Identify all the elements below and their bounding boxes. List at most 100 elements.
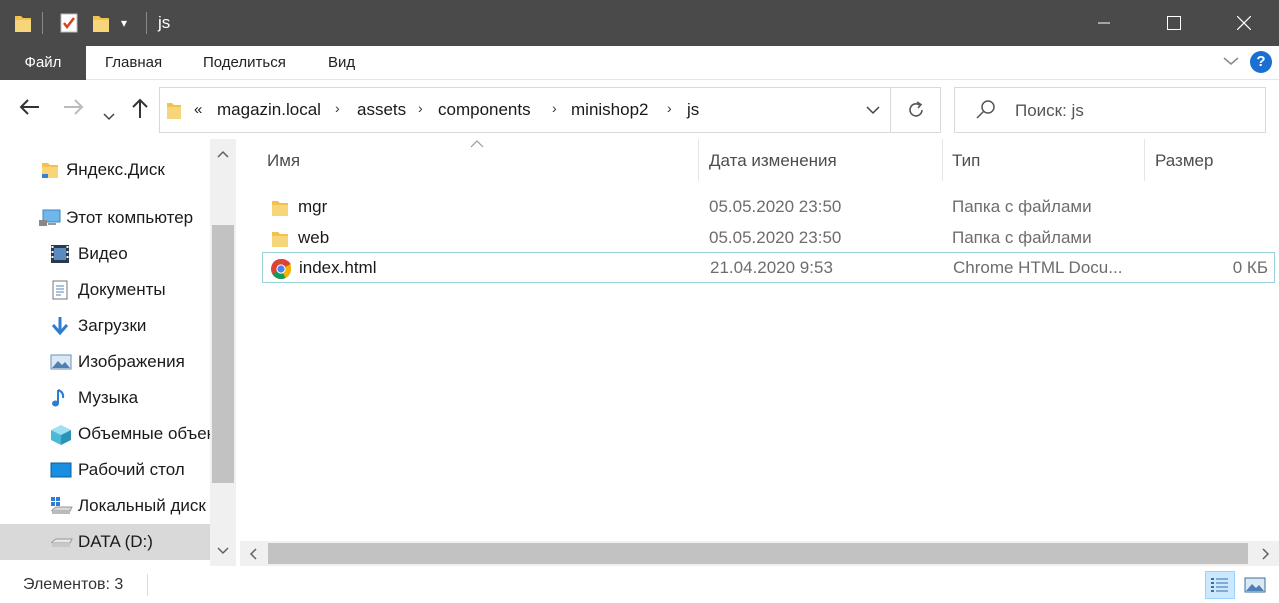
music-icon xyxy=(50,388,70,408)
chrome-icon xyxy=(270,258,291,279)
tab-share[interactable]: Поделиться xyxy=(203,46,286,80)
pictures-icon xyxy=(50,352,72,372)
breadcrumb-item[interactable]: assets xyxy=(357,100,406,120)
item-count: Элементов: 3 xyxy=(23,576,124,593)
large-icons-view-button[interactable] xyxy=(1240,571,1270,599)
file-name: mgr xyxy=(298,197,328,216)
search-placeholder: Поиск: js xyxy=(1015,101,1084,120)
file-type: Chrome HTML Docu... xyxy=(953,258,1123,277)
sidebar-item-music[interactable]: Музыка xyxy=(0,380,210,416)
search-icon xyxy=(975,99,997,126)
status-bar: Элементов: 3 xyxy=(0,566,1279,603)
breadcrumb-item[interactable]: minishop2 xyxy=(571,100,649,120)
sidebar-item-label: Яндекс.Диск xyxy=(66,160,165,179)
sidebar-item-label: Загрузки xyxy=(78,316,147,335)
customize-quick-access-icon[interactable]: ▾ xyxy=(121,16,127,30)
sidebar-item-label: Этот компьютер xyxy=(66,208,194,227)
ribbon-tabs: Файл Главная Поделиться Вид ? xyxy=(0,46,1279,80)
sidebar-item-this-pc[interactable]: Этот компьютер xyxy=(0,200,210,236)
sidebar-item-video[interactable]: Видео xyxy=(0,236,210,272)
address-bar[interactable]: « magazin.local › assets › components › … xyxy=(159,87,941,133)
documents-icon xyxy=(50,280,70,300)
sidebar-item-label: Рабочий стол xyxy=(78,460,185,479)
file-size: 0 КБ xyxy=(1232,258,1268,277)
drive-icon xyxy=(50,496,73,516)
column-header-name[interactable]: Имя xyxy=(267,151,300,171)
address-dropdown-button[interactable] xyxy=(857,88,889,132)
properties-icon[interactable] xyxy=(59,12,79,39)
sidebar-item-label: Музыка xyxy=(78,388,139,407)
scroll-left-button[interactable] xyxy=(240,541,266,566)
search-box[interactable]: Поиск: js xyxy=(954,87,1266,133)
navigation-bar: « magazin.local › assets › components › … xyxy=(0,81,1279,139)
column-divider[interactable] xyxy=(1144,139,1145,181)
sidebar-item-yandex-disk[interactable]: Яндекс.Диск xyxy=(0,152,210,188)
breadcrumb-item[interactable]: components xyxy=(438,100,531,120)
column-divider[interactable] xyxy=(698,139,699,181)
desktop-icon xyxy=(50,460,72,480)
horizontal-scrollbar[interactable] xyxy=(240,541,1279,566)
sort-ascending-icon xyxy=(470,137,484,151)
sidebar-scrollbar[interactable] xyxy=(210,139,236,566)
file-row[interactable]: index.html 21.04.2020 9:53 Chrome HTML D… xyxy=(262,252,1275,283)
chevron-right-icon[interactable]: › xyxy=(335,100,340,116)
scroll-up-button[interactable] xyxy=(210,141,236,167)
scroll-down-button[interactable] xyxy=(210,538,236,564)
up-button[interactable] xyxy=(130,97,150,125)
scrollbar-thumb[interactable] xyxy=(212,225,234,483)
drive-icon xyxy=(50,532,73,552)
sidebar-item-label: Локальный диск (C:) xyxy=(78,496,210,515)
file-row[interactable]: mgr 05.05.2020 23:50 Папка с файлами xyxy=(262,192,1275,223)
forward-button[interactable] xyxy=(63,97,85,123)
expand-ribbon-icon[interactable] xyxy=(1223,54,1239,72)
new-folder-icon[interactable] xyxy=(92,12,110,39)
chevron-right-icon[interactable]: › xyxy=(667,100,672,116)
minimize-button[interactable] xyxy=(1069,0,1139,46)
column-divider[interactable] xyxy=(942,139,943,181)
folder-icon xyxy=(14,12,32,39)
scroll-right-button[interactable] xyxy=(1253,541,1279,566)
breadcrumb-item[interactable]: magazin.local xyxy=(217,100,321,120)
help-button[interactable]: ? xyxy=(1250,51,1272,73)
file-row[interactable]: web 05.05.2020 23:50 Папка с файлами xyxy=(262,223,1275,254)
tab-view[interactable]: Вид xyxy=(328,46,355,80)
sidebar-item-downloads[interactable]: Загрузки xyxy=(0,308,210,344)
column-header-date[interactable]: Дата изменения xyxy=(709,151,837,171)
chevron-right-icon[interactable]: › xyxy=(552,100,557,116)
breadcrumb-overflow[interactable]: « xyxy=(194,101,202,118)
title-separator xyxy=(42,12,43,34)
navigation-pane: Яндекс.Диск Этот компьютер Видео Докумен… xyxy=(0,139,236,566)
sidebar-item-local-disk-c[interactable]: Локальный диск (C:) xyxy=(0,488,210,524)
title-separator xyxy=(146,12,147,34)
folder-icon xyxy=(40,160,60,180)
breadcrumb-item[interactable]: js xyxy=(687,100,699,120)
column-header-size[interactable]: Размер xyxy=(1155,151,1213,171)
sidebar-item-label: Видео xyxy=(78,244,128,263)
file-type: Папка с файлами xyxy=(952,197,1092,216)
file-date: 05.05.2020 23:50 xyxy=(709,197,842,216)
scrollbar-thumb[interactable] xyxy=(268,543,1248,564)
maximize-button[interactable] xyxy=(1139,0,1209,46)
file-type: Папка с файлами xyxy=(952,228,1092,247)
details-view-button[interactable] xyxy=(1205,571,1235,599)
back-button[interactable] xyxy=(18,97,40,123)
folder-icon xyxy=(166,99,182,126)
recent-locations-button[interactable] xyxy=(103,101,115,127)
sidebar-item-documents[interactable]: Документы xyxy=(0,272,210,308)
sidebar-item-3d-objects[interactable]: Объемные объекты xyxy=(0,416,210,452)
sidebar-item-pictures[interactable]: Изображения xyxy=(0,344,210,380)
video-icon xyxy=(50,244,70,264)
window-title: js xyxy=(158,13,171,32)
folder-icon xyxy=(270,198,290,218)
tab-file[interactable]: Файл xyxy=(0,46,86,80)
title-bar: ▾ js xyxy=(0,0,1279,46)
refresh-button[interactable] xyxy=(891,88,941,132)
sidebar-item-desktop[interactable]: Рабочий стол xyxy=(0,452,210,488)
column-header-type[interactable]: Тип xyxy=(952,151,980,171)
sidebar-item-label: Объемные объекты xyxy=(78,424,210,443)
sidebar-item-data-d[interactable]: DATA (D:) xyxy=(0,524,210,560)
chevron-right-icon[interactable]: › xyxy=(418,100,423,116)
tab-home[interactable]: Главная xyxy=(105,46,162,80)
close-button[interactable] xyxy=(1209,0,1279,46)
sidebar-item-label: Документы xyxy=(78,280,166,299)
